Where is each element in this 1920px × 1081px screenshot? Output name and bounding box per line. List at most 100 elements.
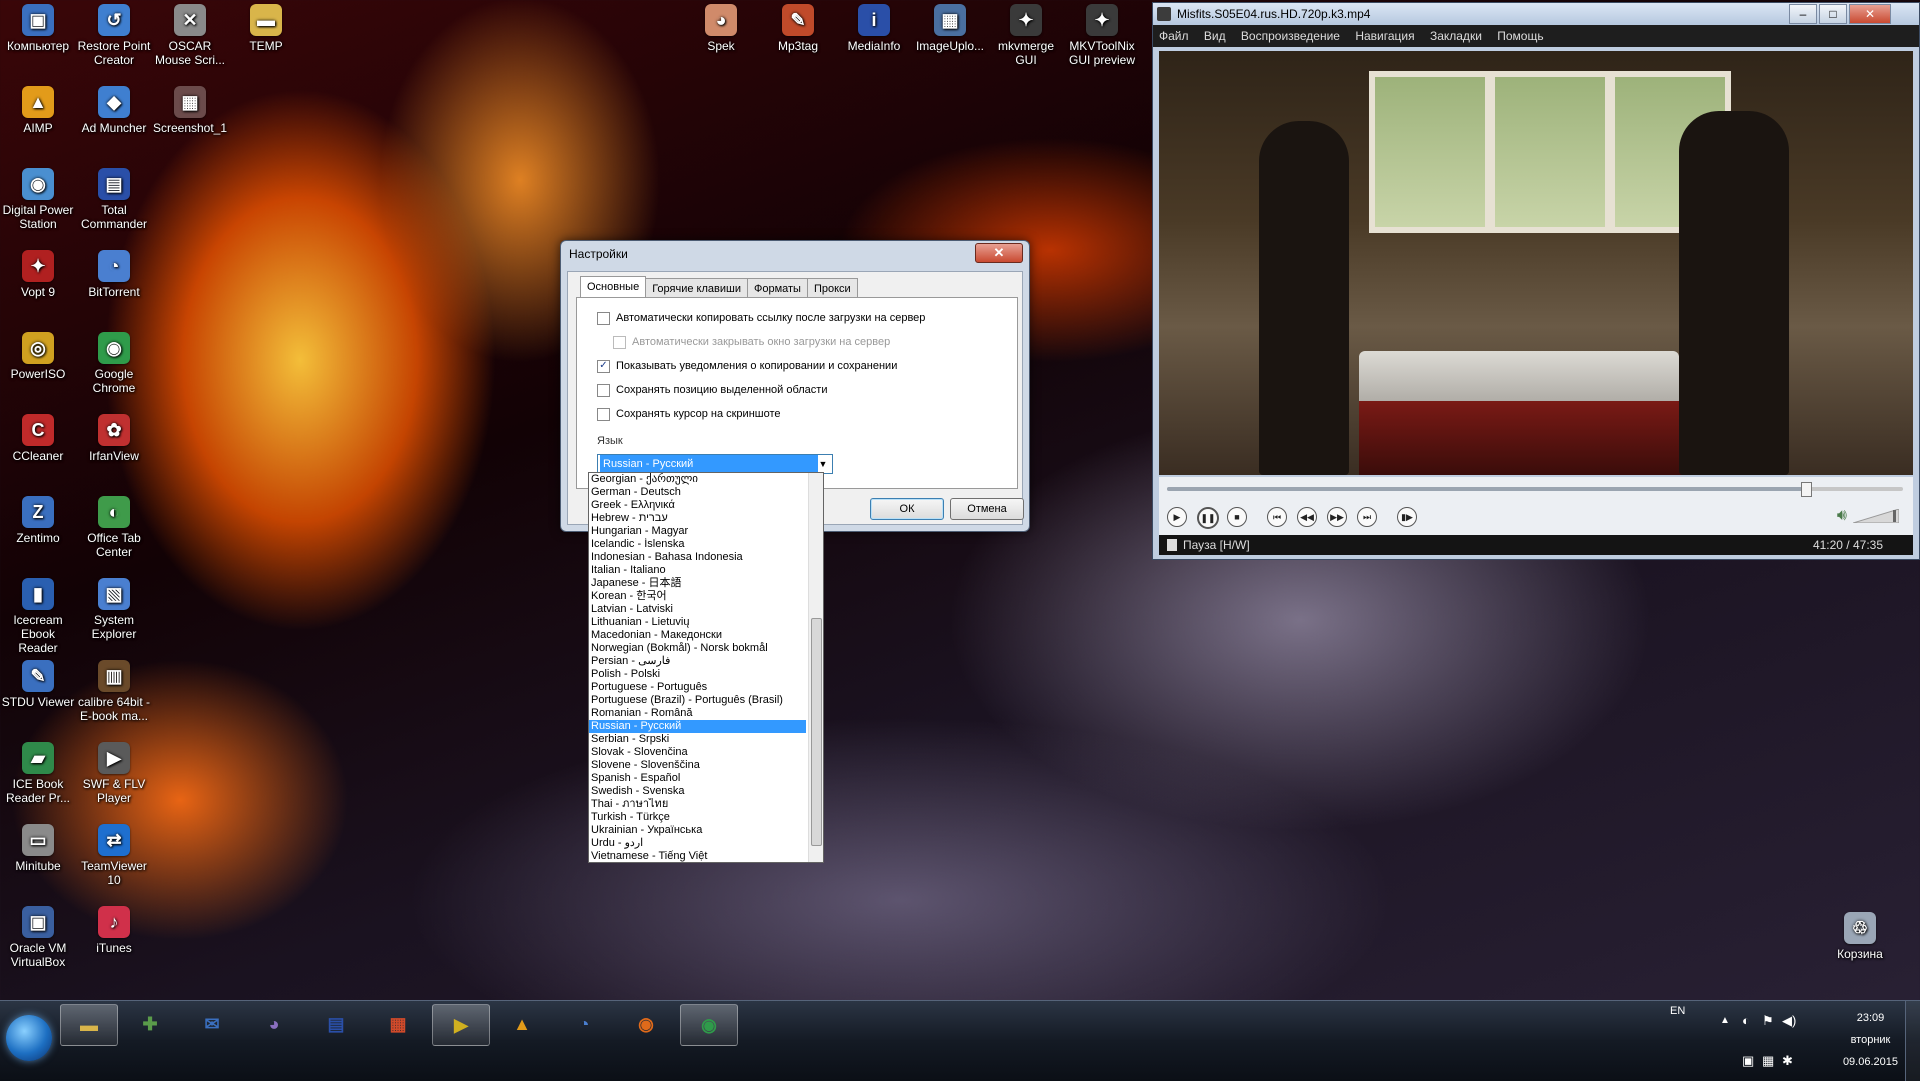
- seek-bar[interactable]: [1167, 482, 1903, 497]
- desktop-icon[interactable]: ✿ IrfanView: [76, 414, 152, 463]
- desktop-icon[interactable]: i MediaInfo: [836, 4, 912, 53]
- language-indicator[interactable]: EN: [1670, 1005, 1685, 1017]
- desktop-icon[interactable]: ♪ iTunes: [76, 906, 152, 955]
- desktop-icon[interactable]: ▣ Oracle VM VirtualBox: [0, 906, 76, 969]
- language-option[interactable]: Portuguese (Brazil) - Português (Brasil): [589, 694, 806, 707]
- save-cursor-checkbox[interactable]: [597, 407, 610, 421]
- frame-step-icon[interactable]: ▮▶: [1397, 507, 1417, 527]
- menu-playback[interactable]: Воспроизведение: [1241, 29, 1340, 43]
- desktop-icon[interactable]: ✎ STDU Viewer: [0, 660, 76, 709]
- aimp-taskbar-icon[interactable]: ▲: [494, 1004, 550, 1044]
- dialog-close-button[interactable]: ✕: [975, 243, 1023, 263]
- close-icon[interactable]: ✕: [1849, 4, 1891, 24]
- desktop-icon[interactable]: ▰ ICE Book Reader Pr...: [0, 742, 76, 805]
- menu-file[interactable]: Файл: [1159, 29, 1189, 43]
- desktop-icon[interactable]: ◎ PowerISO: [0, 332, 76, 381]
- option-show-notifications[interactable]: ✓ Показывать уведомления о копировании и…: [597, 358, 897, 374]
- play-icon[interactable]: ▶: [1167, 507, 1187, 527]
- ok-button[interactable]: ОК: [870, 498, 944, 520]
- app-taskbar-icon[interactable]: ✚: [122, 1004, 178, 1044]
- auto-copy-checkbox[interactable]: [597, 311, 610, 325]
- scrollbar-thumb[interactable]: [811, 618, 822, 846]
- desktop-icon[interactable]: ✕ OSCAR Mouse Scri...: [152, 4, 228, 67]
- previous-icon[interactable]: ⏮: [1267, 507, 1287, 527]
- desktop-icon[interactable]: ✎ Mp3tag: [760, 4, 836, 53]
- language-option[interactable]: Macedonian - Македонски: [589, 629, 806, 642]
- language-option[interactable]: Vietnamese - Tiếng Việt: [589, 850, 806, 862]
- network-icon[interactable]: ◐: [1742, 1013, 1750, 1028]
- tray-app-icon[interactable]: ▣: [1742, 1053, 1754, 1069]
- desktop-icon[interactable]: C CCleaner: [0, 414, 76, 463]
- desktop-icon[interactable]: Z Zentimo: [0, 496, 76, 545]
- language-option[interactable]: Slovak - Slovenčina: [589, 746, 806, 759]
- desktop-icon[interactable]: ✦ mkvmerge GUI: [988, 4, 1064, 67]
- desktop-icon[interactable]: ▶ SWF & FLV Player: [76, 742, 152, 805]
- language-option[interactable]: Icelandic - Íslenska: [589, 538, 806, 551]
- language-option[interactable]: Lithuanian - Lietuvių: [589, 616, 806, 629]
- language-select[interactable]: Russian - Русский ▼: [597, 454, 833, 474]
- menu-help[interactable]: Помощь: [1497, 29, 1543, 43]
- apps-grid-taskbar-icon[interactable]: ▦: [370, 1004, 426, 1044]
- desktop-icon[interactable]: ▦ Screenshot_1: [152, 86, 228, 135]
- desktop-icon[interactable]: ▬ TEMP: [228, 4, 304, 53]
- forward-icon[interactable]: ▶▶: [1327, 507, 1347, 527]
- language-option[interactable]: Indonesian - Bahasa Indonesia: [589, 551, 806, 564]
- desktop-icon[interactable]: ▲ AIMP: [0, 86, 76, 135]
- tray-settings-icon[interactable]: ✱: [1782, 1053, 1793, 1069]
- volume-slider[interactable]: [1853, 509, 1899, 523]
- language-option[interactable]: German - Deutsch: [589, 486, 806, 499]
- desktop-icon[interactable]: ▥ calibre 64bit - E-book ma...: [76, 660, 152, 723]
- language-option[interactable]: Turkish - Türkçe: [589, 811, 806, 824]
- language-option[interactable]: Russian - Русский: [589, 720, 806, 733]
- bittorrent-taskbar-icon[interactable]: ◔: [556, 1004, 612, 1044]
- language-option[interactable]: Hebrew - עברית: [589, 512, 806, 525]
- desktop-icon[interactable]: ↺ Restore Point Creator: [76, 4, 152, 67]
- language-option[interactable]: Japanese - 日本語: [589, 577, 806, 590]
- pidgin-taskbar-icon[interactable]: ◕: [246, 1004, 302, 1044]
- save-taskbar-icon[interactable]: ▤: [308, 1004, 364, 1044]
- desktop-icon[interactable]: ◉ Google Chrome: [76, 332, 152, 395]
- desktop-icon[interactable]: ◕ Spek: [683, 4, 759, 53]
- tab-formats[interactable]: Форматы: [746, 278, 808, 299]
- option-save-region-position[interactable]: Сохранять позицию выделенной области: [597, 382, 828, 398]
- pause-icon[interactable]: ❚❚: [1197, 507, 1219, 529]
- language-option[interactable]: Serbian - Srpski: [589, 733, 806, 746]
- clock[interactable]: 23:09 вторник 09.06.2015: [1843, 1007, 1898, 1073]
- start-button[interactable]: [6, 1015, 52, 1061]
- rewind-icon[interactable]: ◀◀: [1297, 507, 1317, 527]
- language-option[interactable]: Italian - Italiano: [589, 564, 806, 577]
- language-option[interactable]: Polish - Polski: [589, 668, 806, 681]
- tab-proxy[interactable]: Прокси: [806, 278, 858, 299]
- menu-view[interactable]: Вид: [1204, 29, 1226, 43]
- desktop-icon[interactable]: ⇄ TeamViewer 10: [76, 824, 152, 887]
- video-frame[interactable]: [1159, 51, 1913, 475]
- desktop-icon[interactable]: ▦ ImageUplo...: [912, 4, 988, 53]
- desktop-icon[interactable]: ▧ System Explorer: [76, 578, 152, 641]
- tab-general[interactable]: Основные: [580, 276, 647, 299]
- explorer-taskbar-icon[interactable]: ▬: [60, 1004, 118, 1046]
- language-option[interactable]: Greek - Ελληνικά: [589, 499, 806, 512]
- desktop-icon[interactable]: ✦ MKVToolNix GUI preview: [1064, 4, 1140, 67]
- menu-bookmarks[interactable]: Закладки: [1430, 29, 1482, 43]
- language-option[interactable]: Portuguese - Português: [589, 681, 806, 694]
- seek-knob[interactable]: [1801, 482, 1813, 497]
- desktop-icon[interactable]: ◉ Digital Power Station: [0, 168, 76, 231]
- desktop-icon[interactable]: ✦ Vopt 9: [0, 250, 76, 299]
- desktop-icon[interactable]: ◔ BitTorrent: [76, 250, 152, 299]
- dropdown-scrollbar[interactable]: [808, 473, 823, 862]
- show-desktop-button[interactable]: [1905, 1001, 1920, 1081]
- language-option[interactable]: Hungarian - Magyar: [589, 525, 806, 538]
- action-center-icon[interactable]: ⚑: [1762, 1013, 1774, 1029]
- language-option[interactable]: Persian - فارسی: [589, 655, 806, 668]
- minimize-icon[interactable]: –: [1789, 4, 1817, 24]
- language-option[interactable]: Georgian - ქართული: [589, 473, 806, 486]
- save-region-checkbox[interactable]: [597, 383, 610, 397]
- firefox-taskbar-icon[interactable]: ◉: [618, 1004, 674, 1044]
- desktop-icon[interactable]: ◆ Ad Muncher: [76, 86, 152, 135]
- notifications-checkbox[interactable]: ✓: [597, 359, 610, 373]
- media-player-taskbar-icon[interactable]: ▶: [432, 1004, 490, 1046]
- desktop-icon[interactable]: ▭ Minitube: [0, 824, 76, 873]
- language-option[interactable]: Romanian - Română: [589, 707, 806, 720]
- option-auto-copy-link[interactable]: Автоматически копировать ссылку после за…: [597, 310, 925, 326]
- desktop-icon[interactable]: ▤ Total Commander: [76, 168, 152, 231]
